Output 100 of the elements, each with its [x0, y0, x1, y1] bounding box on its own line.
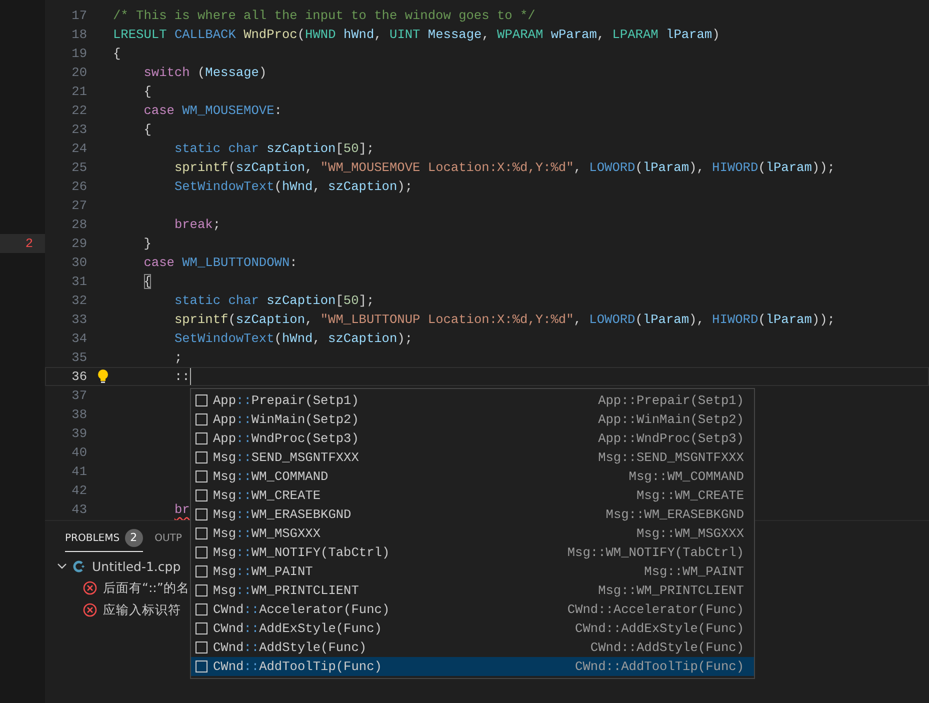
line-number: 43	[70, 501, 88, 519]
code-line: {	[142, 121, 152, 139]
line-number: 26	[70, 178, 88, 196]
suggestion-label: Msg::SEND_MSGNTFXXX	[213, 450, 359, 465]
line-number: 21	[70, 83, 88, 101]
code-line: ;	[173, 349, 182, 367]
suggestion-detail: CWnd::Accelerator(Func)	[567, 602, 744, 617]
code-line: case WM_LBUTTONDOWN:	[142, 254, 298, 272]
suggestion-label: CWnd::AddStyle(Func)	[213, 640, 367, 655]
suggestion-item[interactable]: App::Prepair(Setp1) App::Prepair(Setp1)	[191, 391, 754, 410]
suggestion-detail: Msg::SEND_MSGNTFXXX	[598, 450, 744, 465]
line-number: 28	[70, 216, 88, 234]
suggestion-item[interactable]: CWnd::AddStyle(Func) CWnd::AddStyle(Func)	[191, 638, 754, 657]
suggestion-label: CWnd::AddExStyle(Func)	[213, 621, 382, 636]
suggestion-item[interactable]: Msg::WM_PAINT Msg::WM_PAINT	[191, 562, 754, 581]
code-line: SetWindowText(hWnd, szCaption);	[173, 178, 413, 196]
line-number: 20	[70, 64, 88, 82]
suggestion-detail: Msg::WM_PAINT	[644, 564, 744, 579]
square-icon	[195, 489, 208, 502]
code-line: sprintf(szCaption, "WM_LBUTTONUP Location:X:%d,Y:%d", LOWORD(lParam), HIWORD(lParam));	[173, 311, 835, 329]
square-icon	[195, 565, 208, 578]
suggestion-item[interactable]: Msg::WM_COMMAND Msg::WM_COMMAND	[191, 467, 754, 486]
code-line: sprintf(szCaption, "WM_MOUSEMOVE Location:X:%d,Y:%d", LOWORD(lParam), HIWORD(lParam));	[173, 159, 835, 177]
suggestion-item[interactable]: Msg::WM_CREATE Msg::WM_CREATE	[191, 486, 754, 505]
suggestion-item[interactable]: Msg::WM_MSGXXX Msg::WM_MSGXXX	[191, 524, 754, 543]
line-number: 40	[70, 444, 88, 462]
panel-tab[interactable]: PROBLEMS 2	[65, 529, 143, 552]
line-number: 17	[70, 7, 88, 25]
code-line: case WM_MOUSEMOVE:	[142, 102, 282, 120]
code-line: LRESULT CALLBACK WndProc(HWND hWnd, UINT Message, WPARAM wParam, LPARAM lParam)	[113, 26, 720, 44]
square-icon	[195, 470, 208, 483]
suggestion-label: App::Prepair(Setp1)	[213, 393, 359, 408]
square-icon	[195, 641, 208, 654]
line-number: 39	[70, 425, 88, 443]
line-number: 37	[70, 387, 88, 405]
suggestion-item[interactable]: App::WndProc(Setp3) App::WndProc(Setp3)	[191, 429, 754, 448]
code-line: static char szCaption[50];	[173, 292, 374, 310]
suggestion-label: App::WinMain(Setp2)	[213, 412, 359, 427]
square-icon	[195, 622, 208, 635]
suggestion-label: Msg::WM_PRINTCLIENT	[213, 583, 359, 598]
suggestion-label: Msg::WM_ERASEBKGND	[213, 507, 352, 522]
suggestion-item[interactable]: Msg::WM_PRINTCLIENT Msg::WM_PRINTCLIENT	[191, 581, 754, 600]
code-line: ::	[173, 368, 190, 386]
code-line: switch (Message)	[142, 64, 267, 82]
suggestion-label: App::WndProc(Setp3)	[213, 431, 359, 446]
square-icon	[195, 660, 208, 673]
error-marker: 2	[0, 234, 45, 253]
panel-tab[interactable]: OUTP	[154, 529, 182, 552]
text-cursor	[190, 368, 191, 385]
line-number: 27	[70, 197, 88, 215]
suggestion-detail: CWnd::AddStyle(Func)	[590, 640, 744, 655]
suggestion-label: Msg::WM_PAINT	[213, 564, 313, 579]
suggestion-item[interactable]: CWnd::Accelerator(Func) CWnd::Accelerator(Func)	[191, 600, 754, 619]
code-line: {	[142, 83, 152, 101]
suggestion-item[interactable]: Msg::WM_ERASEBKGND Msg::WM_ERASEBKGND	[191, 505, 754, 524]
suggestion-detail: Msg::WM_COMMAND	[628, 469, 744, 484]
problem-message[interactable]: 后面有“::”的名	[103, 580, 190, 596]
suggestion-label: Msg::WM_CREATE	[213, 488, 321, 503]
line-number: 19	[70, 45, 88, 63]
line-number: 23	[70, 121, 88, 139]
chevron-down-icon[interactable]	[57, 561, 67, 571]
line-number: 30	[70, 254, 88, 272]
square-icon	[195, 603, 208, 616]
suggestion-item[interactable]: App::WinMain(Setp2) App::WinMain(Setp2)	[191, 410, 754, 429]
suggestion-item[interactable]: CWnd::AddToolTip(Func) CWnd::AddToolTip(Func)	[191, 657, 754, 676]
suggestion-item[interactable]: CWnd::AddExStyle(Func) CWnd::AddExStyle(Func)	[191, 619, 754, 638]
line-number: 42	[70, 482, 88, 500]
suggestion-label: Msg::WM_COMMAND	[213, 469, 328, 484]
line-number: 29	[70, 235, 88, 253]
line-number: 24	[70, 140, 88, 158]
line-number: 34	[70, 330, 88, 348]
code-line: SetWindowText(hWnd, szCaption);	[173, 330, 413, 348]
file-name[interactable]: Untitled-1.cpp	[92, 558, 181, 574]
square-icon	[195, 508, 208, 521]
suggestion-item[interactable]: Msg::WM_NOTIFY(TabCtrl) Msg::WM_NOTIFY(TabCtrl)	[191, 543, 754, 562]
square-icon	[195, 451, 208, 464]
suggestion-label: Msg::WM_NOTIFY(TabCtrl)	[213, 545, 390, 560]
code-line: {	[142, 273, 152, 291]
error-icon	[83, 581, 97, 595]
suggestion-detail: CWnd::AddToolTip(Func)	[575, 659, 744, 674]
suggestion-label: Msg::WM_MSGXXX	[213, 526, 321, 541]
square-icon	[195, 432, 208, 445]
suggestion-item[interactable]: Msg::SEND_MSGNTFXXX Msg::SEND_MSGNTFXXX	[191, 448, 754, 467]
error-icon	[83, 603, 97, 617]
problem-message[interactable]: 应输入标识符	[103, 602, 181, 618]
code-line: br	[173, 501, 190, 519]
line-number: 36	[70, 368, 88, 386]
line-number: 41	[70, 463, 88, 481]
suggestion-detail: App::WndProc(Setp3)	[598, 431, 744, 446]
line-number: 38	[70, 406, 88, 424]
suggestion-detail: App::WinMain(Setp2)	[598, 412, 744, 427]
line-number: 25	[70, 159, 88, 177]
line-number: 31	[70, 273, 88, 291]
code-line: static char szCaption[50];	[173, 140, 374, 158]
square-icon	[195, 546, 208, 559]
code-line: /* This is where all the input to the window goes to */	[113, 7, 536, 25]
square-icon	[195, 413, 208, 426]
count-badge: 2	[124, 529, 143, 547]
square-icon	[195, 394, 208, 407]
lightbulb-icon[interactable]	[97, 369, 109, 384]
